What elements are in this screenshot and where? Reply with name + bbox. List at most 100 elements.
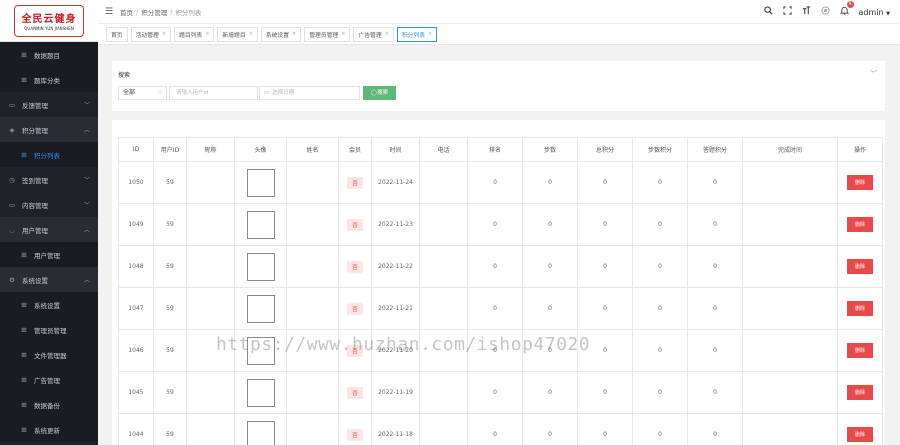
sidebar-item[interactable]: ⊞ 数据题目 (0, 42, 98, 67)
table-row: 1045 59 否 2022-11-19 0 0 0 0 0 删除 (118, 371, 883, 414)
cell-steps: 0 (522, 329, 578, 372)
sidebar-item[interactable]: ⊞ 系统设置 (0, 292, 98, 317)
menu-toggle-icon[interactable]: ☰ (98, 7, 120, 17)
close-icon[interactable]: × (205, 31, 209, 37)
delete-button[interactable]: 删除 (846, 385, 873, 400)
sidebar-item-label: 题库分类 (34, 76, 60, 85)
tab[interactable]: 系统设置 × (260, 26, 302, 42)
cell-name (286, 203, 339, 246)
search-icon[interactable] (763, 6, 773, 18)
cell-phone (419, 161, 468, 204)
table-panel: ID 用户ID 昵称 头像 姓名 会员 时间 电话 排名 步数 总积分 步数积分 答题积分 完成时间 操作 … (112, 120, 885, 445)
logo[interactable]: 全民云健身 QUANMIN YUN JIANSHEN (0, 0, 98, 42)
tab[interactable]: 新增题目 × (217, 26, 258, 42)
cell-quiz-points: 0 (687, 287, 743, 330)
close-icon[interactable]: × (385, 31, 389, 37)
date-input[interactable]: ▭ 选择日期 (259, 86, 360, 100)
search-panel: 搜索 ﹀ 全部 ▽ 请输入用户id ▭ 选择日期 ◯搜索 (112, 61, 885, 111)
cell-phone (419, 203, 468, 246)
font-size-icon[interactable] (802, 6, 811, 18)
cell-nickname (186, 161, 235, 204)
sidebar-item[interactable]: ⊞ 系统更新 (0, 417, 98, 442)
cell-phone (419, 371, 468, 414)
cell-steps: 0 (522, 371, 578, 414)
breadcrumb-current: 积分列表 (175, 8, 202, 17)
tab[interactable]: 积分列表 × (396, 26, 438, 42)
grid-icon: ⊞ (21, 50, 27, 59)
sidebar-item[interactable]: ▭ 内容管理 ﹀ (0, 192, 98, 217)
tab[interactable]: 活动管理 × (130, 26, 172, 42)
sidebar-item-label: 内容管理 (22, 201, 48, 210)
tab-label: 管理员管理 (309, 32, 339, 39)
cell-steps: 0 (522, 413, 578, 445)
calendar-icon: ▭ (264, 90, 270, 96)
close-icon[interactable]: × (249, 31, 253, 37)
tab[interactable]: 管理员管理 × (304, 26, 351, 42)
column-header: 头像 (234, 137, 287, 162)
tab-label: 活动管理 (135, 32, 159, 39)
chevron-up-icon: ︿ (83, 127, 90, 134)
sidebar-item[interactable]: ⊞ 题库分类 (0, 67, 98, 92)
breadcrumb-section[interactable]: 积分管理 (141, 7, 167, 17)
sidebar-item[interactable]: ⊞ 用户管理 (0, 242, 98, 267)
cell-member: 否 (338, 245, 372, 288)
member-badge: 否 (347, 302, 363, 315)
delete-button[interactable]: 删除 (846, 175, 873, 190)
breadcrumb-home[interactable]: 首页 (120, 7, 133, 17)
cell-user-id: 59 (153, 203, 187, 246)
close-icon[interactable]: × (292, 31, 296, 37)
grid-icon: ⊞ (21, 350, 27, 359)
sidebar-item[interactable]: ⚙ 系统设置 ︿ (0, 267, 98, 292)
tab[interactable]: 首页 (106, 26, 128, 42)
sidebar-item[interactable]: ⊞ 管理员管理 (0, 317, 98, 342)
sidebar-item[interactable]: ◷ 签到管理 ﹀ (0, 167, 98, 192)
tab-label: 系统设置 (265, 32, 290, 39)
cell-time: 2022-11-20 (371, 329, 420, 372)
tab-label: 广告管理 (358, 32, 382, 39)
chevron-down-icon: ﹀ (83, 177, 90, 184)
sidebar-item[interactable]: ◈ 积分管理 ︿ (0, 117, 98, 142)
sidebar-item[interactable]: ⊞ 广告管理 (0, 367, 98, 392)
cell-rank: 0 (467, 413, 523, 445)
table-body: 1050 59 否 2022-11-24 0 0 0 0 0 删除 1049 59 否 2022-11-2… (118, 161, 883, 445)
sidebar-item[interactable]: ⊞ 积分列表 (0, 142, 98, 167)
sidebar-item-label: 积分管理 (22, 126, 48, 135)
cell-time: 2022-11-18 (371, 413, 420, 445)
filter-select[interactable]: 全部 ▽ (118, 86, 167, 100)
sidebar-item[interactable]: ▭ 反馈管理 ﹀ (0, 92, 98, 117)
sidebar-item[interactable]: ⊞ 文件管理器 (0, 342, 98, 367)
close-icon[interactable]: × (341, 31, 345, 37)
user-menu[interactable]: admin ▼ (859, 8, 890, 17)
theme-icon[interactable] (820, 6, 830, 18)
tab[interactable]: 题目列表 × (174, 26, 215, 42)
delete-button[interactable]: 删除 (846, 427, 873, 442)
notification-bell-icon[interactable]: 9 (839, 1, 854, 18)
grid-icon: ⊞ (21, 325, 27, 334)
member-badge: 否 (347, 386, 363, 399)
delete-button[interactable]: 删除 (846, 343, 873, 358)
cell-step-points: 0 (632, 161, 688, 204)
sidebar-item[interactable]: ⊞ 数据备份 (0, 392, 98, 417)
delete-button[interactable]: 删除 (846, 301, 873, 316)
user-id-input[interactable]: 请输入用户id (169, 86, 258, 100)
close-icon[interactable]: × (162, 31, 166, 37)
fullscreen-icon[interactable] (782, 6, 792, 18)
column-header: 完成时间 (742, 137, 838, 162)
tab[interactable]: 广告管理 × (353, 26, 394, 42)
search-button[interactable]: ◯搜索 (363, 86, 396, 100)
sidebar-item[interactable]: ◡ 用户管理 ︿ (0, 217, 98, 242)
cell-total-points: 0 (577, 329, 633, 372)
delete-button[interactable]: 删除 (846, 259, 873, 274)
cell-id: 1046 (118, 329, 154, 372)
member-badge: 否 (347, 260, 363, 273)
header-actions: 9 admin ▼ (763, 0, 890, 24)
grid-icon: ⊞ (21, 425, 27, 434)
cell-step-points: 0 (632, 203, 688, 246)
cell-avatar (234, 245, 287, 288)
delete-button[interactable]: 删除 (846, 217, 873, 232)
gear-icon: ⚙ (9, 275, 15, 284)
close-icon[interactable]: × (428, 31, 432, 37)
avatar-image (246, 252, 275, 281)
collapse-chevron-icon[interactable]: ﹀ (870, 69, 877, 79)
cell-user-id: 59 (153, 329, 187, 372)
